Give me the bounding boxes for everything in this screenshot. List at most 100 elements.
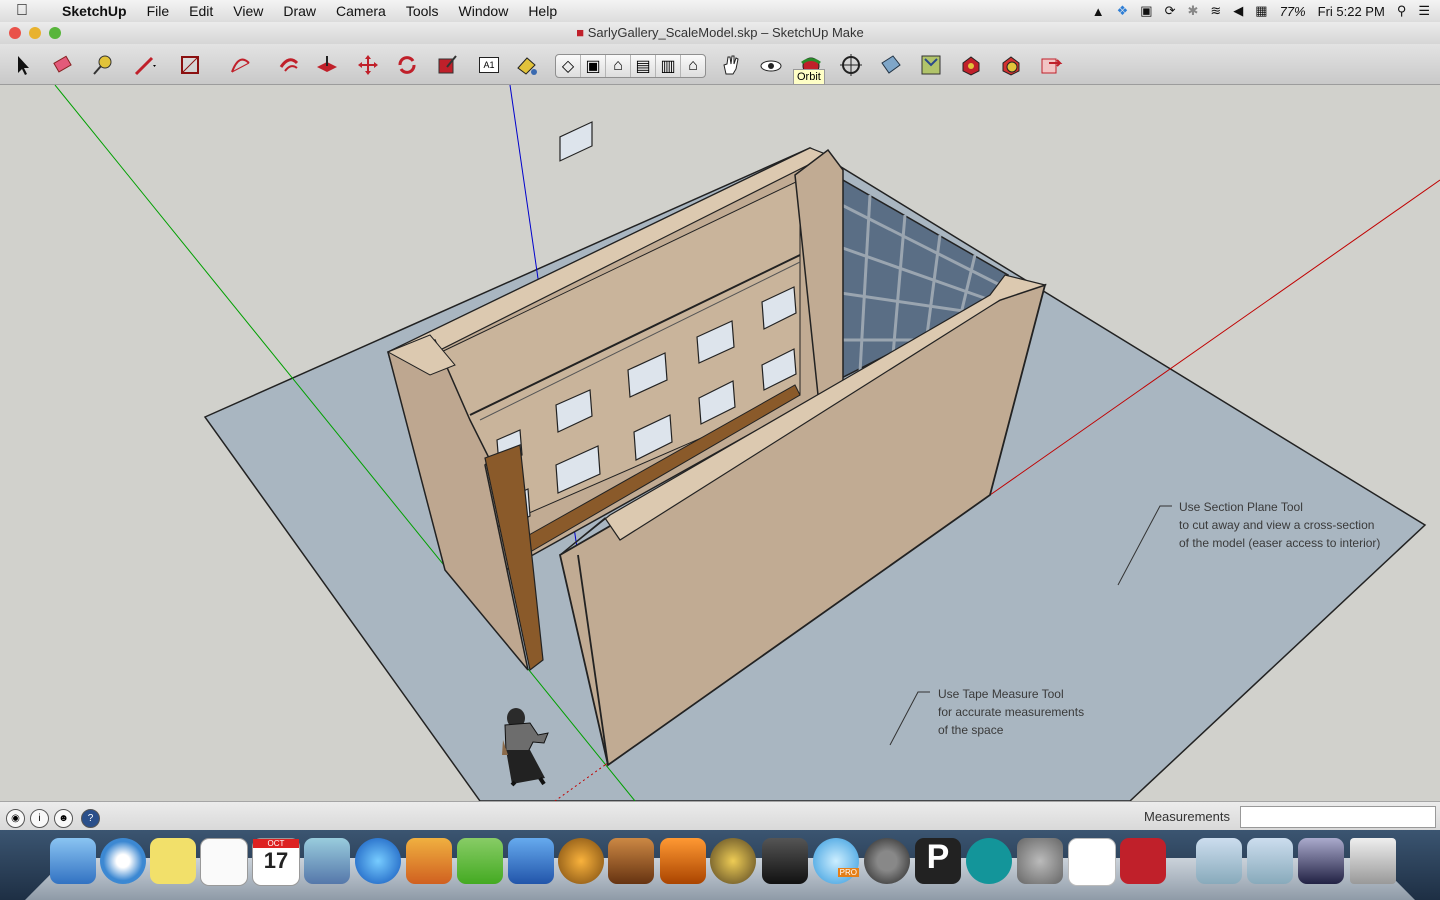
annotation-line: of the space — [938, 723, 1004, 737]
3d-warehouse-icon[interactable] — [918, 52, 944, 78]
right-view-icon[interactable]: ▤ — [631, 55, 656, 77]
section-plane-tool-icon[interactable] — [878, 52, 904, 78]
iphoto-icon[interactable] — [660, 838, 706, 884]
calendar-day: 17 — [263, 848, 289, 873]
credits-icon[interactable]: i — [30, 809, 49, 828]
ccleaner-icon[interactable]: PRO — [813, 838, 859, 884]
section-plane-annotation[interactable]: Use Section Plane Tool to cut away and v… — [1179, 498, 1380, 552]
offset-tool-icon[interactable] — [276, 52, 302, 78]
model-viewport[interactable]: Use Section Plane Tool to cut away and v… — [0, 85, 1440, 801]
acrobat-icon[interactable] — [1068, 838, 1116, 886]
annotation-line: Use Tape Measure Tool — [938, 687, 1064, 701]
dropbox-icon[interactable]: ❖ — [1117, 3, 1129, 19]
finder-icon[interactable] — [50, 838, 96, 884]
dock: OCT 17 PRO P — [0, 830, 1440, 900]
close-window-button[interactable] — [9, 27, 21, 39]
html5-icon[interactable]: ▣ — [1140, 3, 1152, 19]
app-menu[interactable]: SketchUp — [52, 3, 137, 19]
keynote-icon[interactable] — [508, 838, 554, 884]
menu-tools[interactable]: Tools — [396, 3, 449, 19]
extension-warehouse-icon[interactable] — [998, 52, 1024, 78]
front-view-icon[interactable]: ⌂ — [606, 55, 631, 77]
menu-draw[interactable]: Draw — [273, 3, 326, 19]
spotlight-icon[interactable]: ⚲ — [1397, 3, 1407, 19]
calendar-month: OCT — [253, 839, 299, 848]
measurements-input[interactable] — [1240, 806, 1436, 828]
orbit-tooltip: Orbit — [793, 69, 825, 85]
geolocation-icon[interactable]: ◉ — [6, 809, 25, 828]
back-view-icon[interactable]: ▥ — [656, 55, 681, 77]
calendar-icon[interactable]: OCT 17 — [252, 838, 300, 886]
user-icon[interactable]: ☻ — [54, 809, 73, 828]
imovie-icon[interactable] — [710, 838, 756, 884]
system-preferences-icon[interactable] — [1017, 838, 1063, 884]
clock[interactable]: Fri 5:22 PM — [1318, 4, 1385, 19]
top-view-icon[interactable]: ▣ — [581, 55, 606, 77]
zoom-tool-icon[interactable] — [838, 52, 864, 78]
pages-icon[interactable] — [406, 838, 452, 884]
menu-window[interactable]: Window — [449, 3, 519, 19]
sublime-icon[interactable] — [558, 838, 604, 884]
left-view-icon[interactable]: ⌂ — [681, 55, 705, 77]
menu-file[interactable]: File — [137, 3, 180, 19]
battery-status[interactable]: 77% — [1280, 4, 1306, 19]
time-machine-icon[interactable]: ⟳ — [1165, 3, 1176, 19]
help-icon[interactable]: ? — [81, 809, 100, 828]
wifi-icon[interactable]: ≋ — [1210, 3, 1221, 19]
arc-tool-icon[interactable] — [228, 52, 254, 78]
paint-bucket-tool-icon[interactable] — [514, 52, 540, 78]
disk-utility-icon[interactable] — [864, 838, 910, 884]
notability-icon[interactable] — [1298, 838, 1344, 884]
minimize-window-button[interactable] — [29, 27, 41, 39]
eraser-tool-icon[interactable] — [50, 52, 76, 78]
rotate-tool-icon[interactable] — [394, 52, 420, 78]
volume-icon[interactable]: ◀ — [1233, 3, 1243, 19]
window-title: SarlyGallery_ScaleModel.skp – SketchUp M… — [587, 25, 864, 40]
documents-folder-icon[interactable] — [1196, 838, 1242, 884]
look-around-tool-icon[interactable] — [758, 52, 784, 78]
safari-icon[interactable] — [100, 838, 146, 884]
push-pull-tool-icon[interactable] — [314, 52, 340, 78]
scale-tool-icon[interactable] — [434, 52, 460, 78]
annotation-line: of the model (easer access to interior) — [1179, 536, 1381, 550]
move-tool-icon[interactable] — [355, 52, 381, 78]
keyboard-icon[interactable]: ▦ — [1255, 3, 1267, 19]
final-cut-icon[interactable] — [762, 838, 808, 884]
tape-measure-tool-icon[interactable] — [90, 52, 116, 78]
annotation-line: Use Section Plane Tool — [1179, 500, 1303, 514]
menu-view[interactable]: View — [223, 3, 273, 19]
pan-tool-icon[interactable] — [718, 52, 744, 78]
text-tool-label: A1 — [479, 57, 499, 73]
menu-camera[interactable]: Camera — [326, 3, 396, 19]
iso-view-icon[interactable]: ◇ — [556, 55, 581, 77]
pro-badge: PRO — [837, 868, 859, 877]
rectangle-tool-icon[interactable] — [178, 52, 204, 78]
reminders-icon[interactable] — [200, 838, 248, 886]
bluetooth-icon[interactable]: ✱ — [1187, 3, 1198, 19]
preview-icon[interactable] — [304, 838, 350, 884]
document-icon: ■ — [576, 25, 585, 40]
components-icon[interactable] — [958, 52, 984, 78]
tape-measure-annotation[interactable]: Use Tape Measure Tool for accurate measu… — [938, 685, 1084, 739]
sketchup-dock-icon[interactable] — [1120, 838, 1166, 884]
menu-edit[interactable]: Edit — [179, 3, 223, 19]
zoom-window-button[interactable] — [49, 27, 61, 39]
status-bar: ◉ i ☻ ? Measurements — [0, 801, 1440, 831]
arduino-icon[interactable] — [966, 838, 1012, 884]
stickies-icon[interactable] — [150, 838, 196, 884]
drive-icon[interactable]: ▲ — [1092, 4, 1105, 19]
p-app-icon[interactable]: P — [915, 838, 961, 884]
downloads-folder-icon[interactable] — [1247, 838, 1293, 884]
pencil-tool-icon[interactable] — [132, 52, 158, 78]
garageband-icon[interactable] — [608, 838, 654, 884]
select-tool-icon[interactable] — [10, 52, 36, 78]
export-icon[interactable] — [1038, 52, 1064, 78]
apple-menu-icon[interactable]:  — [16, 2, 40, 20]
numbers-icon[interactable] — [457, 838, 503, 884]
window-title-bar: ■ SarlyGallery_ScaleModel.skp – SketchUp… — [0, 22, 1440, 44]
notification-center-icon[interactable]: ☰ — [1418, 3, 1430, 19]
text-tool-icon[interactable]: A1 — [476, 52, 502, 78]
trash-icon[interactable] — [1350, 838, 1396, 884]
menu-help[interactable]: Help — [518, 3, 567, 19]
itunes-icon[interactable] — [355, 838, 401, 884]
